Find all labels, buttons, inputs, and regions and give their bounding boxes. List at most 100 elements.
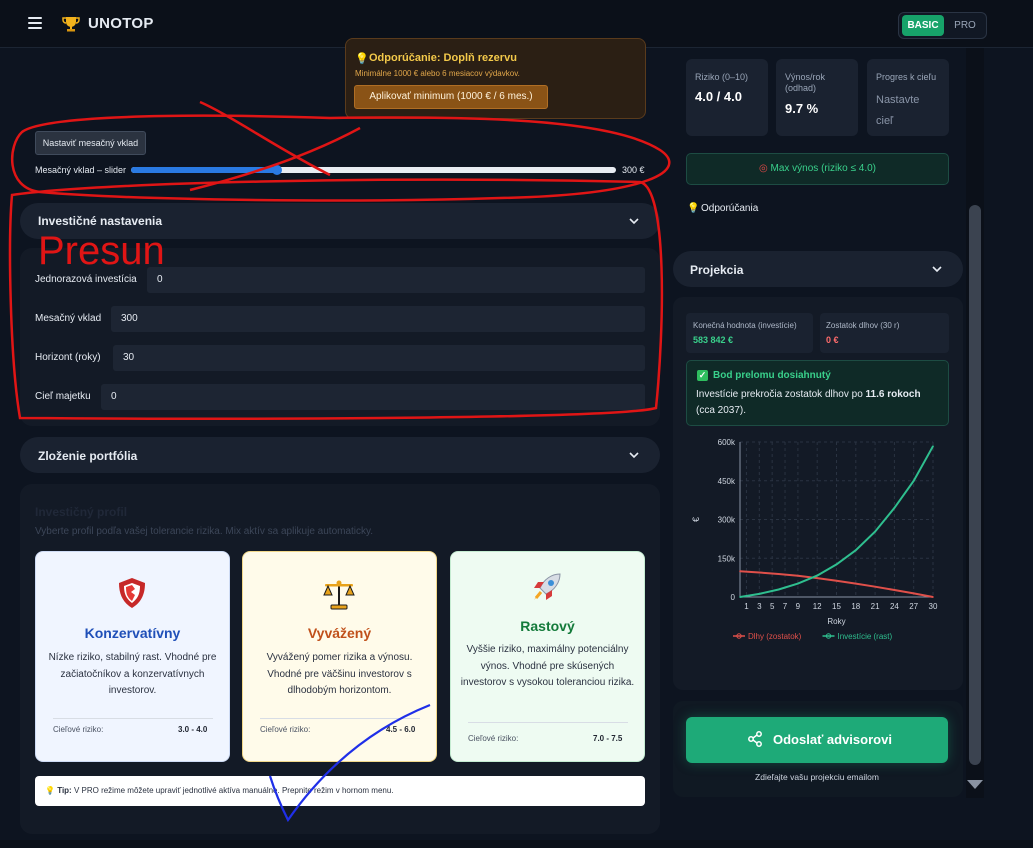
monthly-slider-fill <box>131 167 277 173</box>
final-value-label: Konečná hodnota (investície) <box>693 321 797 330</box>
data-point <box>912 592 915 595</box>
wealth-goal-input[interactable]: 0 <box>101 384 645 410</box>
final-value: 583 842 € <box>693 335 734 345</box>
projection-title: Projekcia <box>690 263 744 277</box>
lump-sum-input[interactable]: 0 <box>147 267 645 293</box>
final-value-box <box>686 313 813 353</box>
monthly-slider-value: 300 € <box>622 165 645 175</box>
profile-card-description: Nízke riziko, stabilný rast. Vhodné pre … <box>48 652 217 696</box>
x-tick-label: 27 <box>909 602 918 611</box>
breakeven-text: Investície prekročia zostatok dlhov po 1… <box>696 387 941 419</box>
x-tick-label: 3 <box>757 602 762 611</box>
data-point <box>893 507 896 509</box>
max-return-label: Max výnos (riziko ≤ 4.0) <box>770 163 877 174</box>
target-risk-label: Cieľové riziko: <box>468 734 519 743</box>
profile-card-name: Konzervatívny <box>84 625 181 641</box>
app-name: UNOTOP <box>88 15 154 32</box>
data-point <box>777 573 780 575</box>
x-tick-label: 7 <box>783 602 788 611</box>
scrollbar-thumb[interactable] <box>969 205 981 765</box>
data-point <box>874 585 876 588</box>
data-point <box>758 571 761 574</box>
recommendations-label[interactable]: Odporúčania <box>701 203 758 214</box>
target-risk-label: Cieľové riziko: <box>260 725 311 734</box>
mode-pro-button[interactable]: PRO <box>948 15 982 36</box>
field-label-goal: Cieľ majetku <box>35 391 91 402</box>
x-tick-label: 9 <box>796 602 801 611</box>
x-tick-label: 15 <box>832 602 841 611</box>
legend-label: Investície (rast) <box>838 632 893 641</box>
projection-chart: 0 150k 300k 450k 600k 1 3 5 7 9 12 15 18 21 24 27 30 Roky… <box>691 438 938 641</box>
scroll-down-arrow-icon[interactable] <box>967 780 983 789</box>
monthly-deposit-input[interactable]: 300 <box>111 306 645 332</box>
x-tick-label: 24 <box>890 602 899 611</box>
data-point <box>855 582 857 585</box>
tip-text: V PRO režime môžete upraviť jednotlivé a… <box>73 786 394 795</box>
data-point <box>816 574 818 577</box>
data-point <box>835 563 838 566</box>
debt-balance-value: 0 € <box>826 335 839 345</box>
stat-return <box>776 59 858 136</box>
target-risk-value: 3.0 - 4.0 <box>178 725 208 734</box>
field-label-lump-sum: Jednorazová investícia <box>35 274 137 285</box>
investment-profile-subtitle: Vyberte profil podľa vašej tolerancie ri… <box>35 526 374 537</box>
x-axis-label: Roky <box>827 617 845 626</box>
send-subtitle: Zdieľajte vašu projekciu emailom <box>755 772 879 782</box>
debt-balance-box <box>820 313 949 353</box>
stat-return-label: Výnos/rok (odhad) <box>785 72 826 93</box>
set-monthly-deposit-button[interactable]: Nastaviť mesačný vklad <box>35 131 146 155</box>
data-point <box>758 593 761 595</box>
investment-profile-title: Investičný profil <box>35 505 128 519</box>
apply-minimum-button[interactable]: Aplikovať minimum (1000 € / 6 mes.) <box>354 85 548 109</box>
y-tick-label: 450k <box>718 477 736 486</box>
target-icon: ◎ <box>758 163 768 174</box>
chevron-down-icon[interactable] <box>629 216 639 226</box>
monthly-slider-label: Mesačný vklad – slider <box>35 165 127 175</box>
profile-card-name: Rastový <box>520 618 575 634</box>
legend-label: Dlhy (zostatok) <box>748 632 802 641</box>
chevron-down-icon[interactable] <box>932 264 942 274</box>
stat-progress-label: Progres k cieľu <box>876 72 937 82</box>
mode-basic-button[interactable]: BASIC <box>902 15 944 36</box>
stat-return-value: 9.7 % <box>785 101 819 116</box>
monthly-slider-handle[interactable] <box>272 165 282 175</box>
max-return-button[interactable]: ◎ Max výnos (riziko ≤ 4.0) <box>686 153 949 185</box>
breakeven-text-suffix: (cca 2037). <box>696 405 747 416</box>
data-point <box>835 579 838 582</box>
x-tick-label: 18 <box>851 602 860 611</box>
hamburger-icon[interactable] <box>28 17 42 29</box>
breakeven-text-prefix: Investície prekročia zostatok dlhov po <box>696 389 866 400</box>
lightbulb-icon: 💡 <box>45 786 55 795</box>
trophy-icon <box>62 17 80 32</box>
reserve-recommendation-title: Odporúčanie: Doplň rezervu <box>369 52 517 64</box>
stat-progress-value: Nastavte cieľ <box>876 94 920 127</box>
card-divider <box>468 722 628 723</box>
horizon-input[interactable]: 30 <box>113 345 645 371</box>
portfolio-title: Zloženie portfólia <box>38 449 138 463</box>
data-point <box>739 570 741 572</box>
data-point <box>874 530 876 533</box>
data-point <box>893 589 896 591</box>
checkmark-icon: ✓ <box>697 370 708 381</box>
x-tick-label: 30 <box>929 602 938 611</box>
shield-icon <box>119 578 145 608</box>
field-label-horizon: Horizont (roky) <box>35 352 101 363</box>
lightbulb-icon: 💡 <box>687 203 700 214</box>
data-point <box>932 596 934 598</box>
y-tick-label: 300k <box>718 516 736 525</box>
target-risk-label: Cieľové riziko: <box>53 725 104 734</box>
target-risk-value: 7.0 - 7.5 <box>593 734 623 743</box>
card-divider <box>53 718 213 719</box>
investment-settings-title: Investičné nastavenia <box>38 214 163 228</box>
chevron-down-icon[interactable] <box>629 450 639 460</box>
x-tick-label: 12 <box>813 602 822 611</box>
field-label-monthly: Mesačný vklad <box>35 313 102 324</box>
debt-balance-label: Zostatok dlhov (30 r) <box>826 321 900 330</box>
y-tick-label: 0 <box>731 593 736 602</box>
x-tick-label: 5 <box>770 602 775 611</box>
y-tick-label: 600k <box>718 438 736 447</box>
card-divider <box>260 718 420 719</box>
scales-icon <box>323 580 355 610</box>
tip-label: Tip: <box>57 786 72 795</box>
data-point <box>912 480 915 482</box>
